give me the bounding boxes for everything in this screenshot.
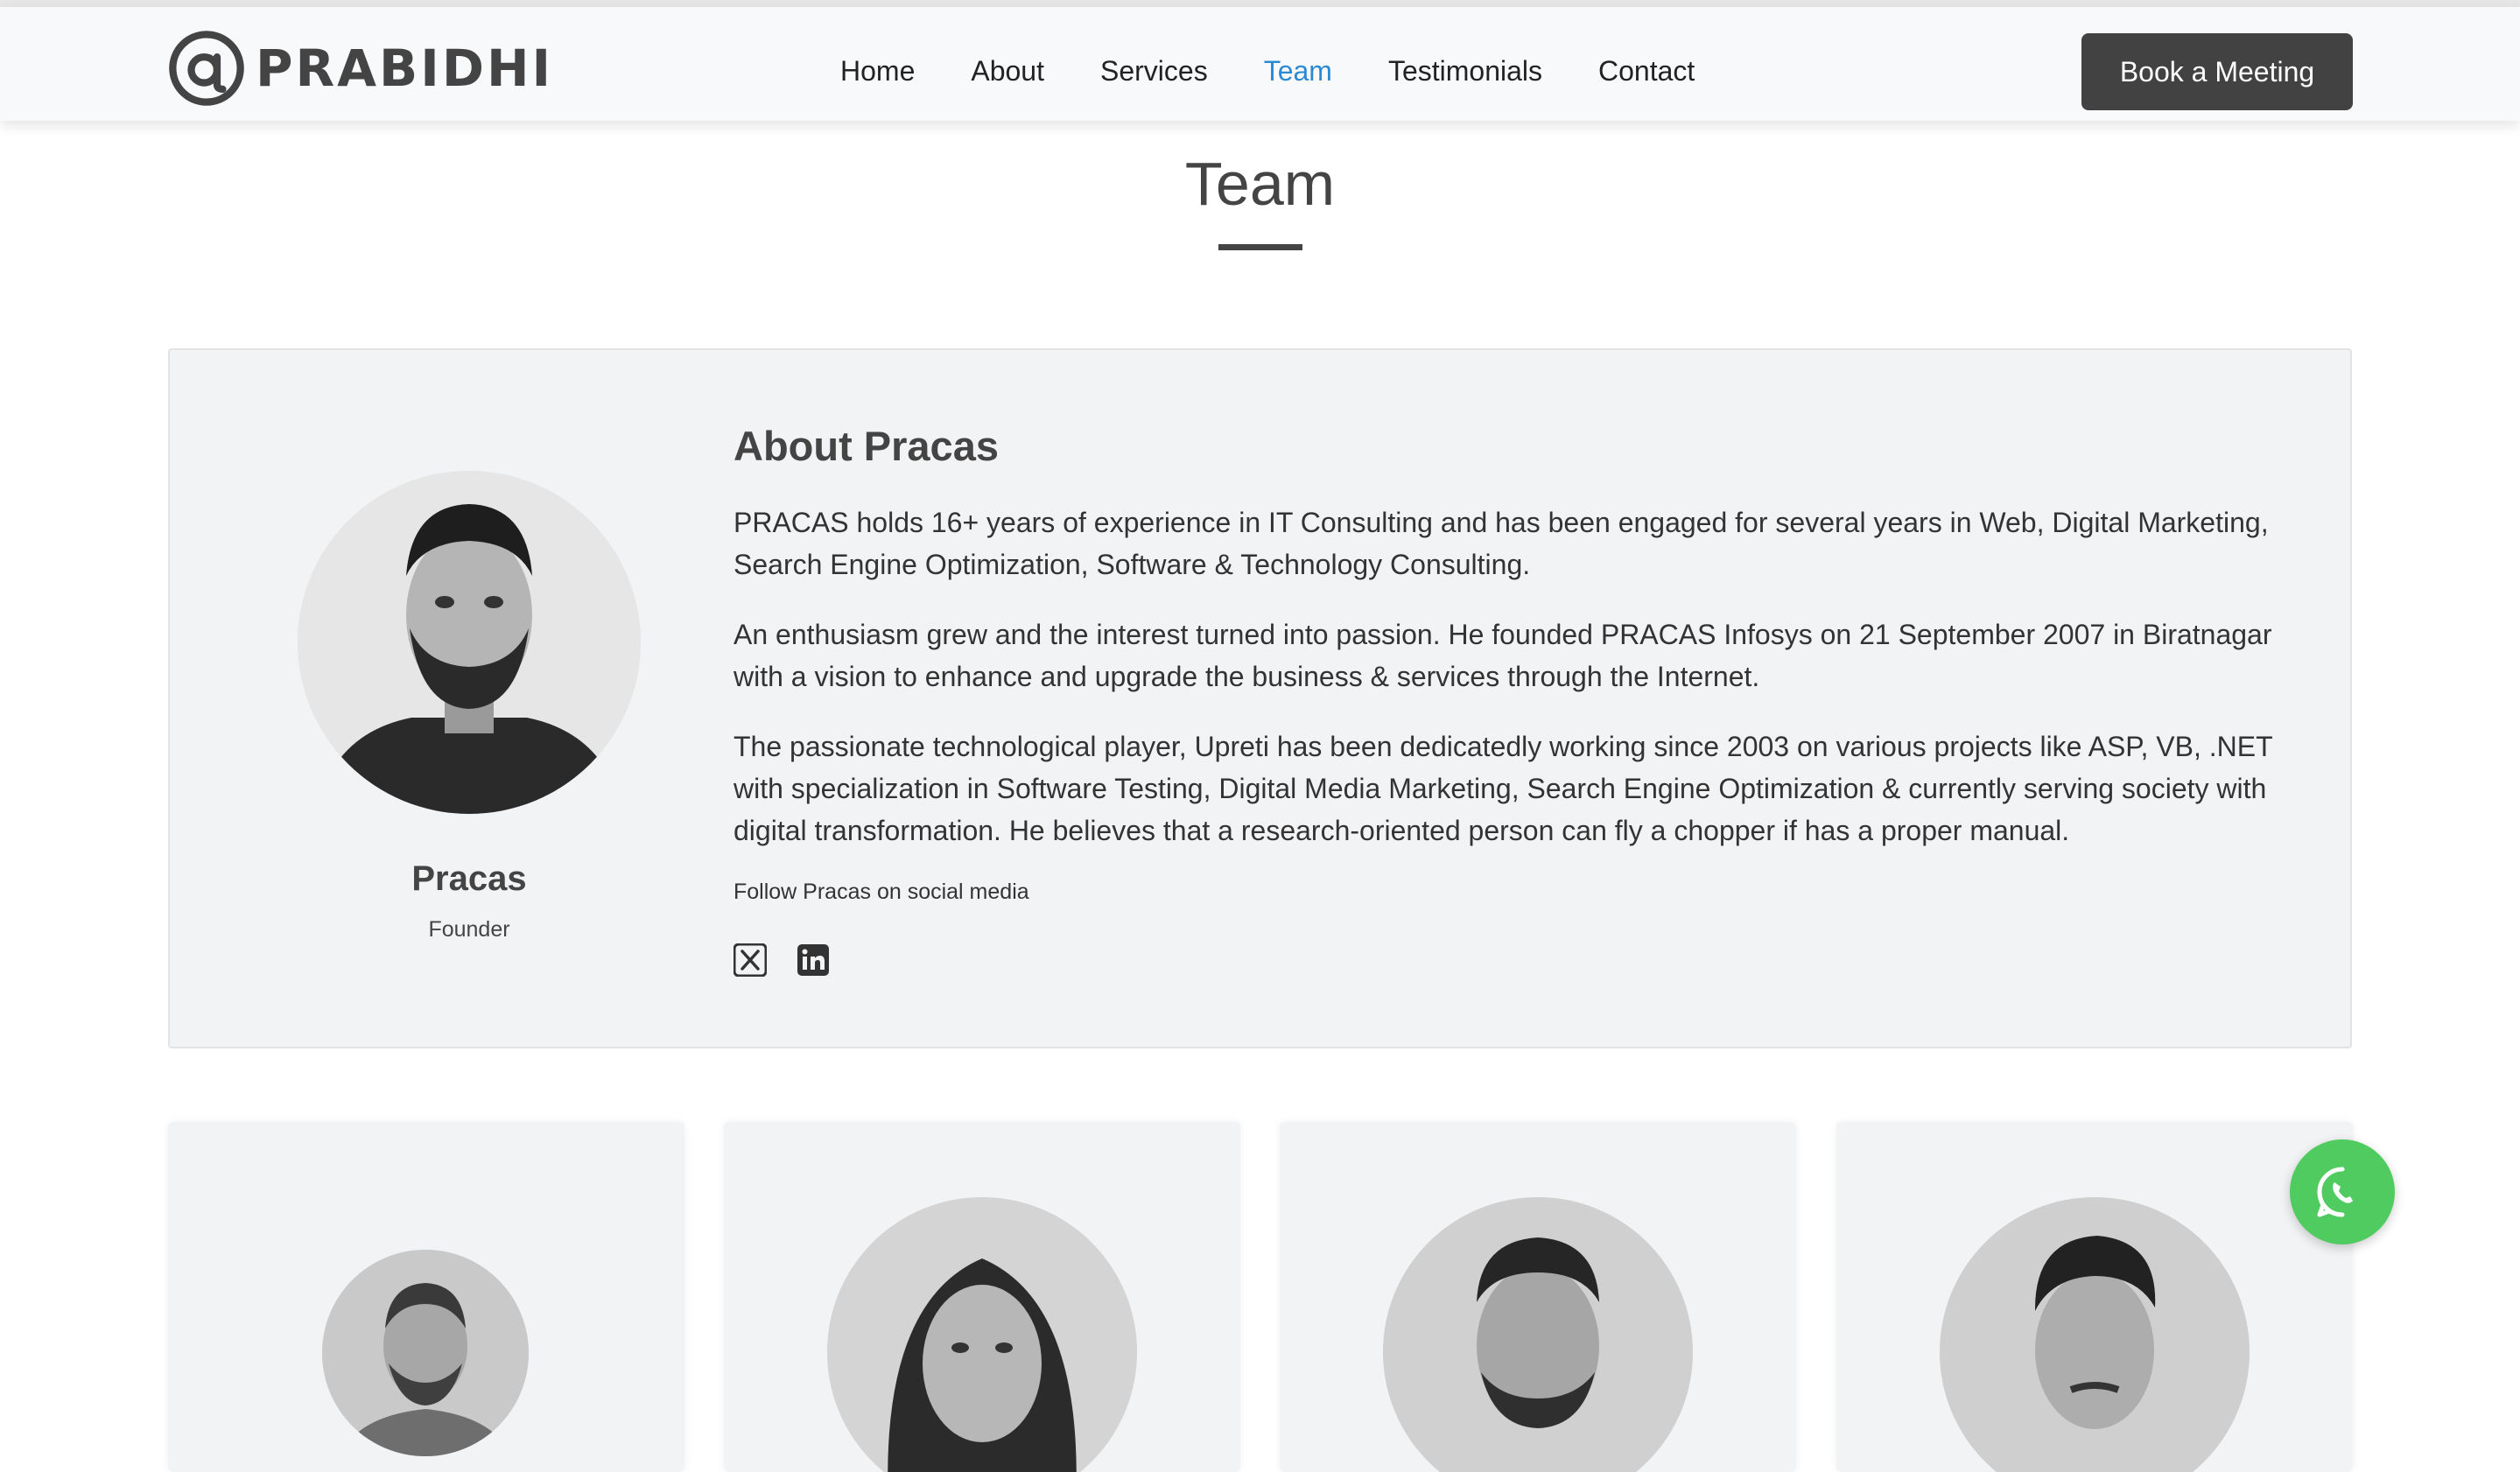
founder-photo xyxy=(298,471,641,814)
member-photo xyxy=(1940,1197,2250,1472)
linkedin-icon[interactable] xyxy=(797,943,830,977)
nav-services[interactable]: Services xyxy=(1100,55,1208,88)
about-paragraph: The passionate technological player, Upr… xyxy=(734,731,2273,846)
member-photo xyxy=(827,1197,1137,1472)
team-member-card xyxy=(1836,1122,2353,1472)
about-paragraph: PRACAS holds 16+ years of experience in … xyxy=(734,507,2269,580)
book-meeting-button[interactable]: Book a Meeting xyxy=(2081,33,2353,110)
nav-team[interactable]: Team xyxy=(1264,55,1332,88)
founder-card: Pracas Founder About Pracas PRACAS holds… xyxy=(168,348,2352,1048)
team-member-card xyxy=(1280,1122,1796,1472)
team-member-card xyxy=(724,1122,1240,1472)
member-photo xyxy=(1383,1197,1693,1472)
about-heading: About Pracas xyxy=(734,423,999,469)
section-title: Team xyxy=(1184,150,1336,218)
team-member-card xyxy=(168,1122,684,1472)
main-nav: Home About Services Team Testimonials Co… xyxy=(840,14,1751,128)
follow-text: Follow Pracas on social media xyxy=(734,880,1029,904)
nav-contact[interactable]: Contact xyxy=(1598,55,1695,88)
about-paragraph: An enthusiasm grew and the interest turn… xyxy=(734,619,2272,692)
member-photo xyxy=(322,1250,529,1456)
social-links xyxy=(734,943,860,977)
founder-role: Founder xyxy=(428,917,510,942)
nav-testimonials[interactable]: Testimonials xyxy=(1388,55,1542,88)
top-border xyxy=(0,0,2520,7)
nav-about[interactable]: About xyxy=(971,55,1044,88)
brand-logo[interactable]: PRABIDHI xyxy=(166,25,553,112)
nav-home[interactable]: Home xyxy=(840,55,915,88)
whatsapp-button[interactable] xyxy=(2290,1139,2395,1244)
x-icon[interactable] xyxy=(734,943,767,977)
founder-name: Pracas xyxy=(411,859,527,898)
founder-about: About Pracas PRACAS holds 16+ years of e… xyxy=(734,422,2300,905)
logo-at-icon xyxy=(169,31,244,106)
site-header: PRABIDHI Home About Services Team Testim… xyxy=(0,7,2520,121)
whatsapp-icon xyxy=(2317,1167,2353,1217)
brand-name: PRABIDHI xyxy=(256,39,554,98)
title-underline xyxy=(1218,244,1302,250)
